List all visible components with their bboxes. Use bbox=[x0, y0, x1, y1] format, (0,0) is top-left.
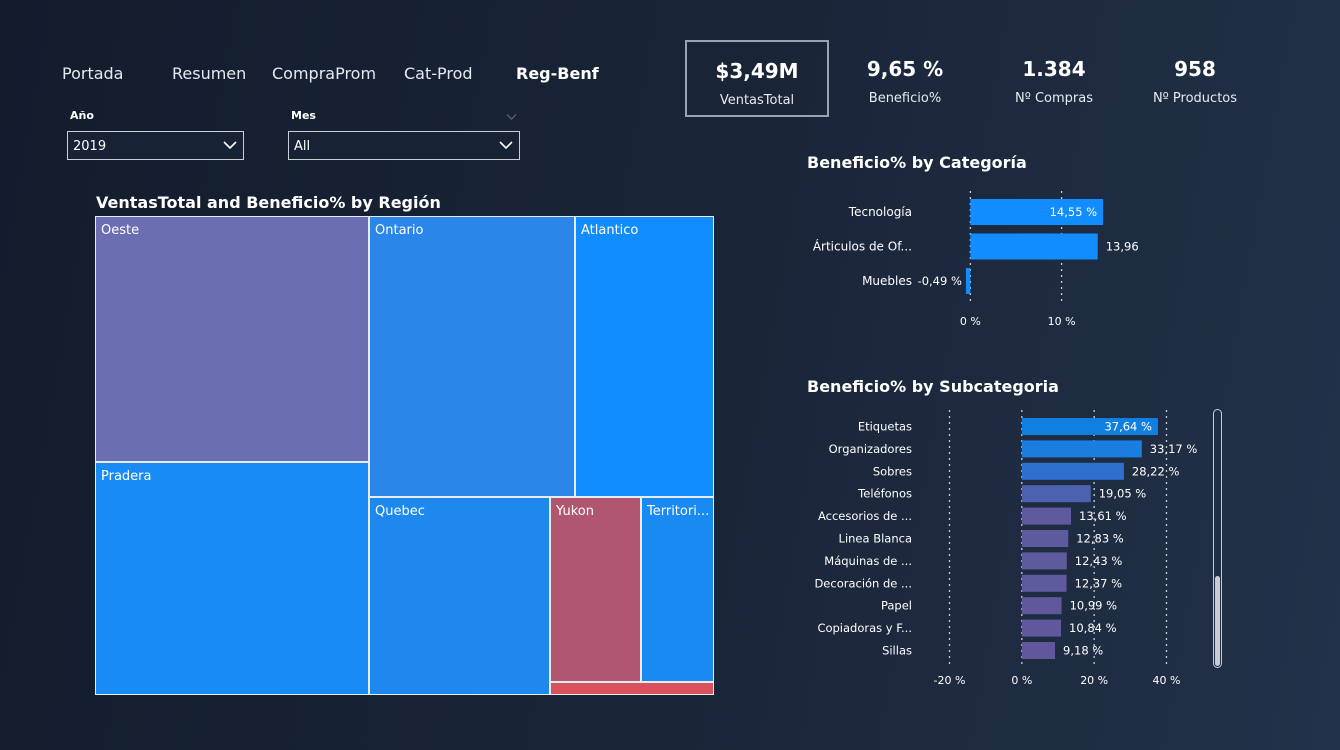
kpi-value: 9,65 % bbox=[866, 57, 944, 81]
category-bar-chart: 0 % 10 % Tecnología 14,55 % Árticulos de Of.… bbox=[813, 191, 1140, 328]
subcategory-chart-title: Beneficio% by Subcategoria bbox=[807, 377, 1059, 396]
treemap-tile[interactable]: Yukon bbox=[550, 497, 641, 682]
data-label: 28,22 % bbox=[1132, 464, 1180, 478]
data-label: 12,83 % bbox=[1076, 532, 1124, 546]
bar bbox=[1021, 485, 1091, 503]
subcategory-bar-chart: -20 % 0 % 20 % 40 % Etiquetas 37,64 % Organiza… bbox=[814, 410, 1198, 687]
month-slicer-dropdown[interactable]: All bbox=[288, 131, 520, 160]
data-label: 12,43 % bbox=[1075, 554, 1123, 568]
data-label: 10,84 % bbox=[1069, 621, 1117, 635]
year-slicer-value: 2019 bbox=[73, 139, 107, 154]
category-chart-title: Beneficio% by Categoría bbox=[807, 153, 1027, 172]
treemap-tile-label: Atlantico bbox=[581, 223, 639, 238]
treemap-tile[interactable]: Ontario bbox=[369, 216, 575, 497]
bar bbox=[1021, 507, 1072, 525]
bar bbox=[1021, 574, 1067, 592]
month-slicer-value: All bbox=[294, 139, 311, 154]
treemap-tile[interactable] bbox=[550, 682, 714, 695]
kpi-label: Nº Productos bbox=[1152, 91, 1238, 106]
kpi-card-beneficio[interactable]: 9,65 % Beneficio% bbox=[833, 40, 977, 117]
bar bbox=[1021, 597, 1062, 615]
scrollbar-thumb[interactable] bbox=[1215, 576, 1220, 666]
nav-tab-resumen[interactable]: Resumen bbox=[172, 64, 246, 83]
data-label: 12,37 % bbox=[1075, 576, 1123, 590]
x-tick-label: 20 % bbox=[1080, 674, 1108, 687]
kpi-value: 958 bbox=[1174, 57, 1216, 81]
treemap-tile-label: Yukon bbox=[556, 504, 594, 519]
treemap-tile-label: Oeste bbox=[101, 223, 140, 238]
treemap-title: VentasTotal and Beneficio% by Región bbox=[96, 193, 441, 212]
category-label: Linea Blanca bbox=[839, 532, 912, 546]
treemap-tile[interactable]: Territori... bbox=[641, 497, 714, 682]
treemap-tile[interactable]: Atlantico bbox=[575, 216, 714, 497]
year-slicer-dropdown[interactable]: 2019 bbox=[67, 131, 244, 160]
x-tick-label: 10 % bbox=[1048, 315, 1076, 328]
category-label: Organizadores bbox=[829, 442, 912, 456]
category-label: Muebles bbox=[862, 274, 912, 288]
month-slicer-label: Mes bbox=[291, 109, 316, 122]
bar bbox=[1021, 642, 1056, 659]
data-label: 14,55 % bbox=[1050, 205, 1098, 219]
category-label: Árticulos de Of... bbox=[813, 239, 912, 254]
data-label: 37,64 % bbox=[1104, 420, 1152, 434]
chevron-down-icon bbox=[223, 141, 237, 150]
data-label: -0,49 % bbox=[918, 274, 962, 288]
treemap-tile-label: Pradera bbox=[101, 469, 152, 484]
data-label: 9,18 % bbox=[1063, 644, 1103, 658]
kpi-label: Nº Compras bbox=[1014, 91, 1093, 106]
data-label: 10,99 % bbox=[1070, 599, 1118, 613]
category-label: Sillas bbox=[882, 644, 912, 658]
bar bbox=[965, 268, 971, 294]
year-slicer-label: Año bbox=[70, 109, 94, 122]
category-label: Copiadoras y F... bbox=[817, 621, 912, 635]
x-tick-label: 0 % bbox=[1011, 674, 1032, 687]
category-label: Etiquetas bbox=[858, 420, 912, 434]
x-tick-label: 0 % bbox=[960, 315, 981, 328]
data-label: 13,61 % bbox=[1079, 509, 1127, 523]
data-label: 19,05 % bbox=[1099, 487, 1147, 501]
nav-tab-reg-benf[interactable]: Reg-Benf bbox=[516, 64, 599, 83]
bar bbox=[1021, 440, 1142, 458]
bar bbox=[1021, 530, 1069, 547]
chevron-down-icon bbox=[499, 141, 513, 150]
category-label: Papel bbox=[881, 599, 912, 613]
kpi-value: $3,49M bbox=[715, 59, 799, 83]
category-label: Teléfonos bbox=[857, 487, 912, 501]
clear-filter-chevron-icon[interactable] bbox=[506, 113, 517, 121]
kpi-card-compras[interactable]: 1.384 Nº Compras bbox=[982, 40, 1126, 117]
subcategory-scrollbar[interactable] bbox=[1213, 409, 1222, 668]
kpi-label: VentasTotal bbox=[719, 93, 795, 108]
x-tick-label: 40 % bbox=[1153, 674, 1181, 687]
nav-tab-compraprom[interactable]: CompraProm bbox=[272, 64, 376, 83]
kpi-value: 1.384 bbox=[1022, 57, 1086, 81]
treemap-tile[interactable]: Pradera bbox=[95, 462, 369, 695]
category-label: Sobres bbox=[873, 464, 912, 478]
treemap-tile-label: Territori... bbox=[647, 504, 710, 519]
bar bbox=[1021, 462, 1124, 480]
bar bbox=[1021, 552, 1067, 570]
treemap-chart: Oeste Ontario Atlantico Pradera Quebec Yukon T… bbox=[95, 216, 714, 695]
treemap-tile[interactable]: Oeste bbox=[95, 216, 369, 462]
data-label: 33,17 % bbox=[1150, 442, 1198, 456]
kpi-card-ventas-total[interactable]: $3,49M VentasTotal bbox=[685, 40, 829, 117]
category-label: Accesorios de ... bbox=[818, 509, 912, 523]
kpi-card-productos[interactable]: 958 Nº Productos bbox=[1123, 40, 1267, 117]
nav-tab-portada[interactable]: Portada bbox=[62, 64, 123, 83]
treemap-tile-label: Quebec bbox=[375, 504, 425, 519]
bar bbox=[970, 233, 1098, 260]
data-label: 13,96 % bbox=[1106, 240, 1140, 254]
x-tick-label: -20 % bbox=[934, 674, 966, 687]
category-label: Decoración de ... bbox=[814, 576, 912, 590]
treemap-tile-label: Ontario bbox=[375, 223, 424, 238]
nav-tab-cat-prod[interactable]: Cat-Prod bbox=[404, 64, 473, 83]
category-label: Tecnología bbox=[848, 205, 912, 219]
treemap-tile[interactable]: Quebec bbox=[369, 497, 550, 695]
category-label: Máquinas de ... bbox=[824, 554, 912, 568]
kpi-label: Beneficio% bbox=[868, 91, 942, 106]
bar bbox=[1021, 619, 1062, 637]
